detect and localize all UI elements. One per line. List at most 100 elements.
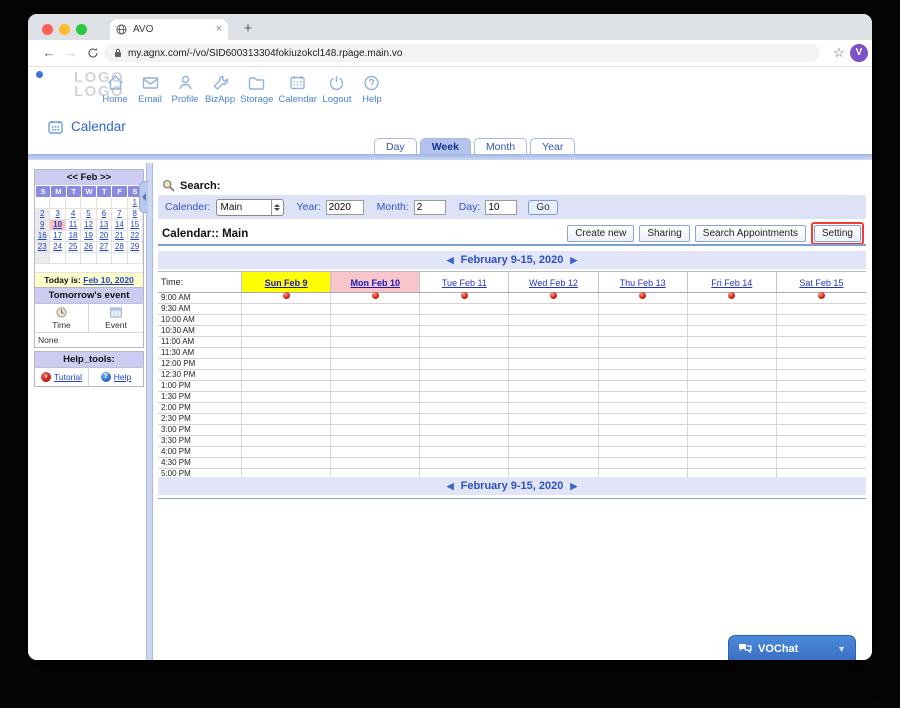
mini-cal-cell[interactable]: 16 [35,231,51,242]
mini-cal-cell[interactable]: 19 [81,231,97,242]
mini-cal-date-link[interactable]: 28 [115,242,124,251]
day-date-link[interactable]: Sun Feb 9 [265,278,308,288]
day-input[interactable] [485,199,518,215]
nav-item-help[interactable]: Help [357,73,387,105]
url-bar[interactable]: my.agnx.com/-/vo/SID600313304fokiuzokcl1… [104,44,820,62]
mini-cal-date-link[interactable]: 24 [53,242,62,251]
mini-cal-cell[interactable]: 21 [112,231,128,242]
nav-item-profile[interactable]: Profile [170,73,200,105]
mini-cal-cell[interactable]: 6 [96,209,113,220]
mini-cal-date-link[interactable]: 6 [102,209,106,218]
help-link[interactable]: Help [114,372,131,382]
forward-icon[interactable]: → [62,44,80,62]
mini-cal-cell[interactable]: 7 [112,209,128,220]
sharing-button[interactable]: Sharing [639,225,690,242]
day-date-link[interactable]: Mon Feb 10 [350,278,400,288]
mini-cal-cell[interactable]: 2 [35,209,51,220]
mini-cal-cell[interactable]: 11 [65,220,82,231]
mini-cal-cell[interactable]: 27 [96,242,113,253]
mini-cal-date-link[interactable]: 5 [86,209,90,218]
mini-cal-date-link[interactable]: 26 [84,242,93,251]
nav-item-bizapp[interactable]: BizApp [205,73,235,105]
traffic-zoom-icon[interactable] [76,24,87,35]
setting-button[interactable]: Setting [813,225,861,242]
mini-cal-date-link[interactable]: 7 [117,209,121,218]
mini-cal-cell[interactable]: 17 [50,231,66,242]
nav-item-storage[interactable]: Storage [240,73,273,105]
mini-cal-date-link[interactable]: 21 [115,231,124,240]
mini-cal-date-link[interactable]: 11 [69,220,77,229]
traffic-close-icon[interactable] [42,24,53,35]
mini-cal-date-link[interactable]: 22 [130,231,139,240]
mini-cal-date-link[interactable]: 16 [38,231,47,240]
create-new-button[interactable]: Create new [567,225,635,242]
nav-item-calendar[interactable]: Calendar [278,73,317,105]
month-input[interactable] [413,199,446,215]
next-week-icon-bottom[interactable]: ▶ [570,481,577,492]
mini-cal-date-link[interactable]: 8 [133,209,137,218]
year-input[interactable] [325,199,364,215]
tab-day[interactable]: Day [374,138,417,154]
nav-item-logout[interactable]: Logout [322,73,352,105]
tab-year[interactable]: Year [530,138,576,154]
day-date-link[interactable]: Wed Feb 12 [529,278,578,288]
profile-avatar[interactable]: V [850,44,868,62]
bookmark-star-icon[interactable]: ☆ [830,44,848,62]
mini-cal-cell[interactable]: 14 [112,220,128,231]
nav-item-email[interactable]: Email [135,73,165,105]
back-icon[interactable]: ← [40,44,58,62]
mini-cal-cell[interactable]: 4 [65,209,82,220]
help-item[interactable]: ? Help [89,368,143,386]
mini-cal-cell[interactable]: 3 [50,209,66,220]
prev-week-icon-bottom[interactable]: ◀ [447,481,454,492]
day-date-link[interactable]: Fri Feb 14 [711,278,752,288]
mini-cal-date-link[interactable]: 14 [115,220,124,229]
mini-cal-prev[interactable]: << [67,172,78,183]
mini-cal-date-link[interactable]: 23 [38,242,47,251]
calendar-select[interactable]: Main [215,198,284,216]
mini-cal-cell[interactable]: 13 [96,220,113,231]
day-date-link[interactable]: Thu Feb 13 [620,278,666,288]
mini-cal-cell[interactable]: 15 [127,220,143,231]
mini-cal-date-link[interactable]: 17 [53,231,62,240]
search-appointments-button[interactable]: Search Appointments [694,225,806,242]
tab-close-icon[interactable]: × [216,24,222,35]
mini-cal-date-link[interactable]: 1 [133,198,137,207]
mini-cal-cell[interactable]: 22 [127,231,143,242]
day-date-link[interactable]: Sat Feb 15 [799,278,843,288]
mini-cal-cell[interactable]: 24 [50,242,66,253]
mini-cal-cell[interactable]: 23 [35,242,51,253]
vochat-button[interactable]: VOChat ▼ [728,635,856,660]
sidebar-collapse-handle[interactable] [139,181,148,213]
tab-month[interactable]: Month [473,138,528,154]
tab-week[interactable]: Week [419,138,471,154]
new-tab-button[interactable]: + [238,19,258,39]
mini-cal-date-link[interactable]: 27 [99,242,108,251]
mini-cal-cell[interactable]: 5 [81,209,97,220]
mini-cal-cell[interactable]: 18 [65,231,82,242]
mini-cal-date-link[interactable]: 29 [130,242,139,251]
mini-cal-cell[interactable]: 29 [127,242,143,253]
mini-cal-cell[interactable]: 26 [81,242,97,253]
mini-cal-date-link[interactable]: 3 [55,209,59,218]
mini-cal-next[interactable]: >> [100,172,111,183]
refresh-icon[interactable] [84,44,102,62]
mini-cal-cell[interactable]: 10 [50,220,66,231]
mini-cal-date-link[interactable]: 25 [69,242,78,251]
mini-cal-date-link[interactable]: 20 [99,231,108,240]
mini-cal-cell[interactable]: 12 [81,220,97,231]
traffic-minimize-icon[interactable] [59,24,70,35]
tutorial-link[interactable]: Tutorial [54,372,82,382]
mini-cal-date-link[interactable]: 18 [69,231,78,240]
mini-cal-date-link[interactable]: 10 [53,220,62,229]
mini-cal-date-link[interactable]: 9 [40,220,44,229]
today-link[interactable]: Feb 10, 2020 [83,275,134,285]
nav-item-home[interactable]: Home [100,73,130,105]
mini-cal-cell[interactable]: 28 [112,242,128,253]
mini-cal-date-link[interactable]: 13 [99,220,108,229]
mini-cal-cell[interactable]: 20 [96,231,113,242]
go-button[interactable]: Go [528,199,558,215]
mini-cal-cell[interactable]: 25 [65,242,82,253]
mini-cal-cell[interactable]: 9 [35,220,51,231]
next-week-icon[interactable]: ▶ [570,255,577,266]
